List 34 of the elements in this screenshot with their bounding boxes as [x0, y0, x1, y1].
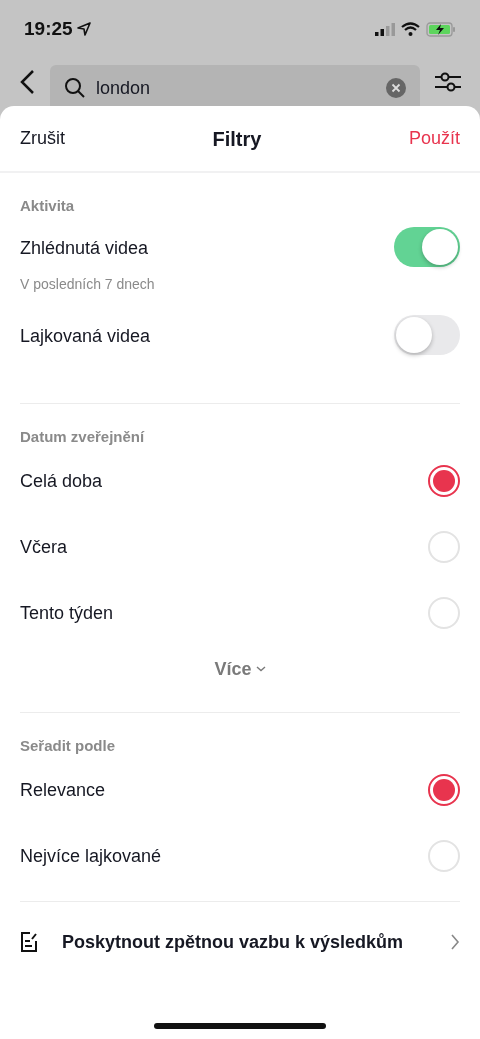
status-time: 19:25 — [24, 16, 73, 41]
toggle-label: Zhlédnutá videa — [20, 237, 150, 260]
option-label: Včera — [20, 535, 68, 559]
back-icon[interactable] — [18, 69, 36, 95]
feedback-row[interactable]: Poskytnout zpětnou vazbu k výsledkům — [0, 902, 480, 982]
location-arrow-icon — [76, 22, 91, 36]
feedback-form-icon — [20, 932, 38, 952]
option-label: Celá doba — [20, 469, 103, 493]
toggle-switch[interactable] — [394, 227, 460, 267]
radio-button[interactable] — [428, 774, 460, 806]
radio-button[interactable] — [428, 465, 460, 497]
chevron-down-icon — [255, 666, 266, 672]
wifi-icon — [401, 22, 420, 36]
section-heading: Seřadit podle — [20, 735, 116, 756]
cancel-button[interactable]: Zrušit — [20, 125, 65, 152]
toggle-switch[interactable] — [394, 315, 460, 355]
section-heading: Datum zveřejnění — [20, 426, 145, 447]
search-value: london — [96, 76, 152, 100]
option-label: Nejvíce lajkované — [20, 844, 162, 868]
chevron-right-icon — [450, 933, 460, 951]
toggle-subtitle: V posledních 7 dnech — [20, 275, 155, 294]
search-icon — [64, 77, 86, 99]
signal-icon — [375, 22, 395, 36]
feedback-label: Poskytnout zpětnou vazbu k výsledkům — [62, 930, 405, 954]
toggle-label: Lajkovaná videa — [20, 325, 151, 348]
option-label: Relevance — [20, 778, 106, 802]
filter-sliders-icon[interactable] — [434, 71, 462, 93]
section-heading: Aktivita — [20, 195, 75, 216]
battery-charging-icon — [426, 21, 456, 37]
clear-icon[interactable] — [386, 78, 406, 98]
sheet-title: Filtry — [212, 126, 262, 152]
apply-button[interactable]: Použít — [408, 125, 460, 152]
option-label: Tento týden — [20, 601, 114, 625]
more-button[interactable]: Více — [214, 655, 266, 683]
